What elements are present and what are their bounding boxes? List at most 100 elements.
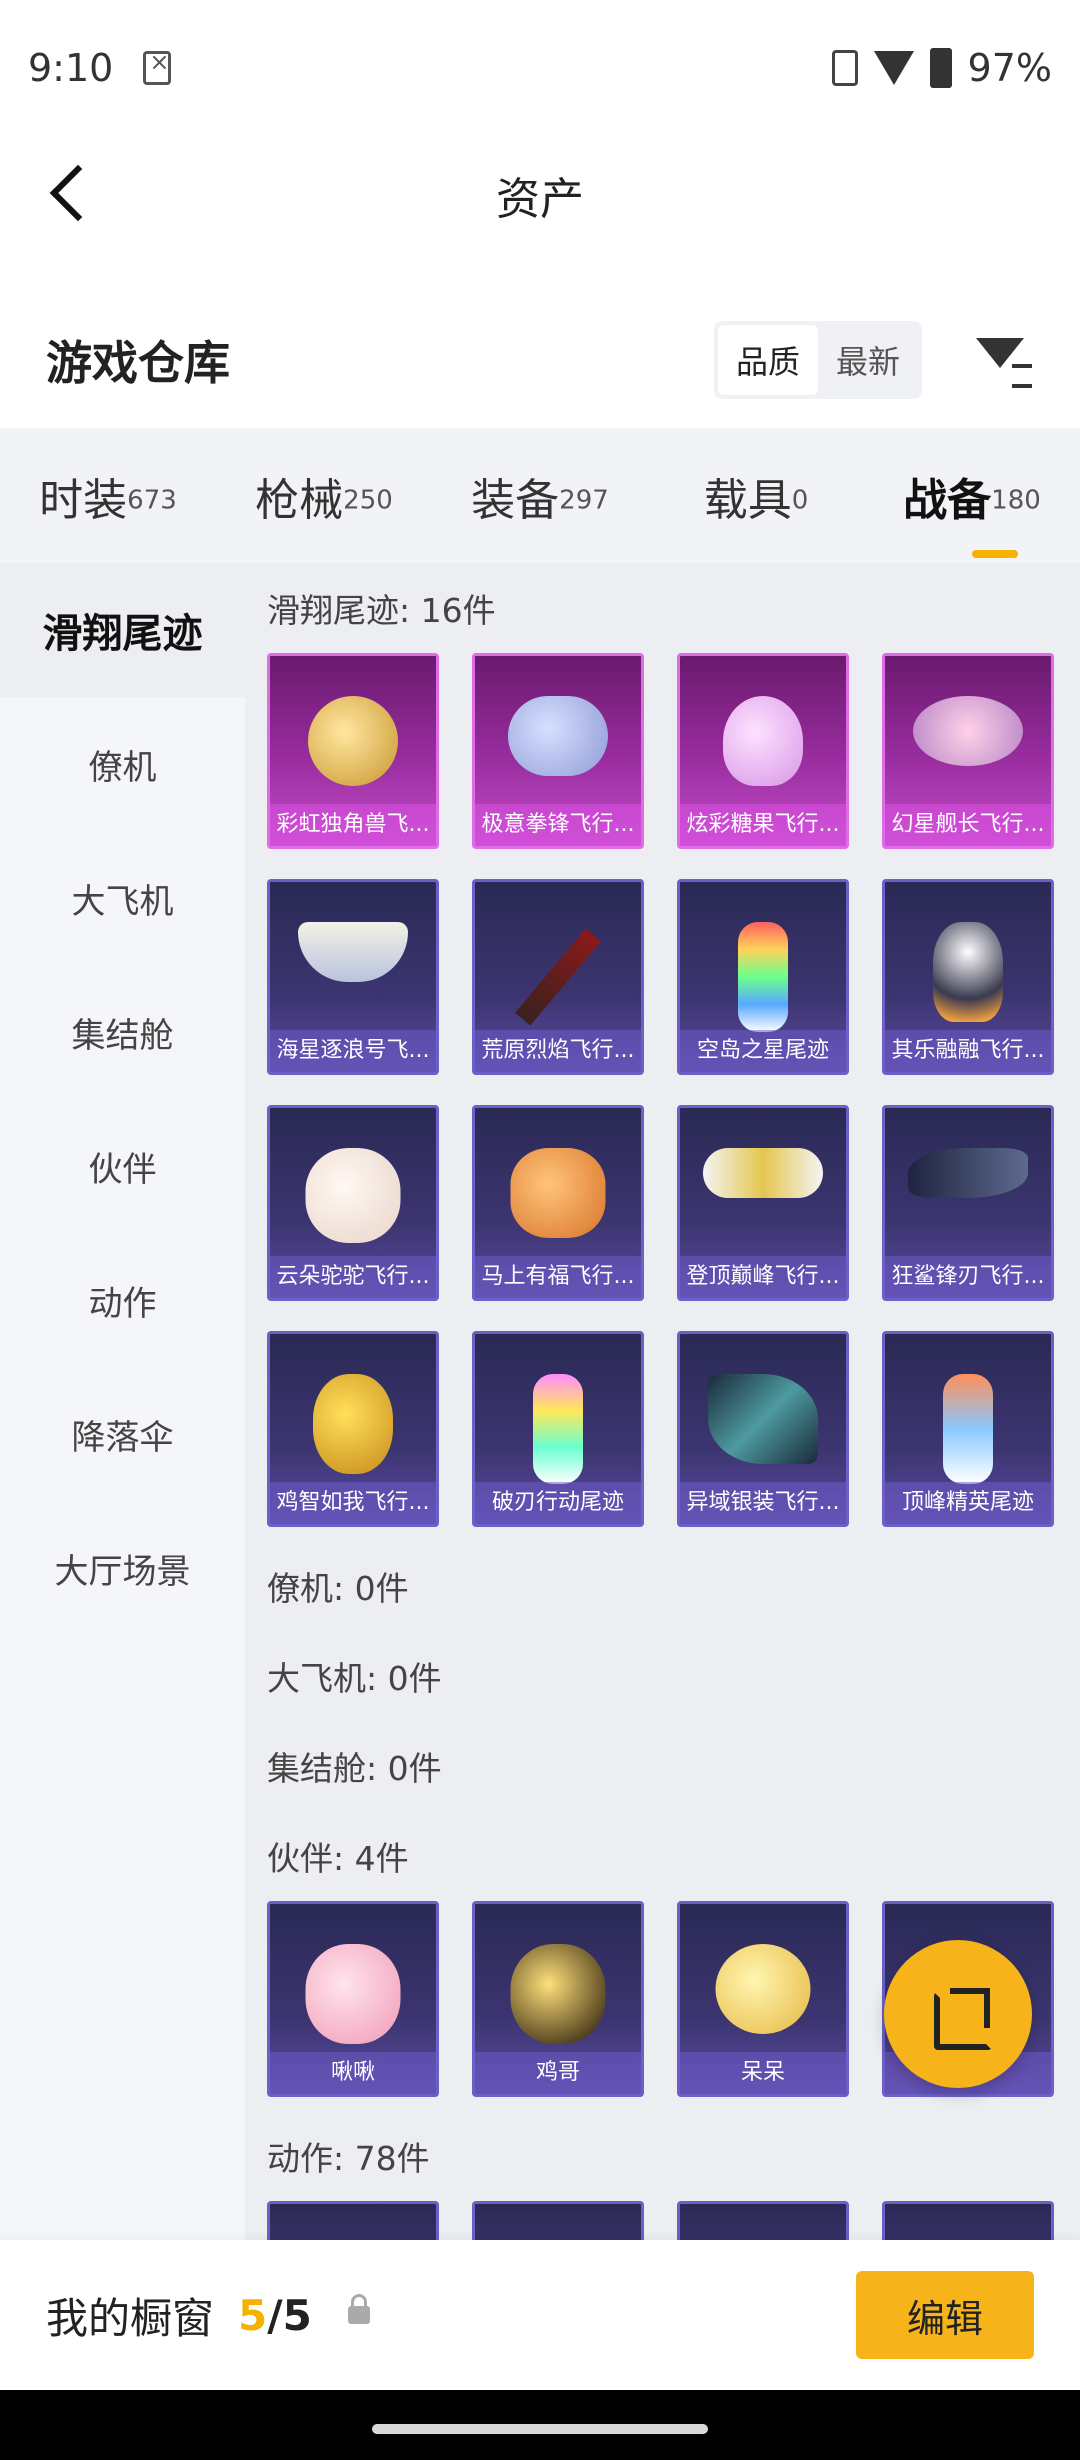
sidebar: 滑翔尾迹 僚机 大飞机 集结舱 伙伴 动作 降落伞 大厅场景	[0, 563, 245, 2240]
item-label: 顶峰精英尾迹	[885, 1482, 1051, 1524]
item-card[interactable]: 炫彩糖果飞行...	[677, 653, 849, 849]
item-card[interactable]	[472, 2201, 644, 2240]
item-image	[715, 1944, 811, 2034]
tab-combat-gear[interactable]: 战备180	[864, 464, 1080, 558]
tab-vehicles[interactable]: 载具0	[648, 464, 864, 528]
item-image	[723, 696, 803, 786]
item-card[interactable]	[267, 2201, 439, 2240]
item-card[interactable]	[677, 2201, 849, 2240]
item-image	[708, 1374, 818, 1464]
item-card[interactable]: 空岛之星尾迹	[677, 879, 849, 1075]
sidebar-item-glide-trail[interactable]: 滑翔尾迹	[0, 563, 245, 697]
warehouse-header: 游戏仓库 品质 最新	[0, 300, 1080, 420]
item-image	[510, 1148, 606, 1238]
item-label: 彩虹独角兽飞...	[270, 804, 436, 846]
item-card[interactable]: 幻星舰长飞行...	[882, 653, 1054, 849]
item-label: 荒原烈焰飞行...	[475, 1030, 641, 1072]
item-card[interactable]: 马上有福飞行...	[472, 1105, 644, 1301]
showcase-bar: 我的橱窗 5/5 编辑	[0, 2240, 1080, 2390]
system-nav-bar	[0, 2390, 1080, 2460]
sort-newest-button[interactable]: 最新	[818, 325, 918, 395]
section-title-capsule: 集结舱: 0件	[267, 1749, 442, 1788]
tab-fashion[interactable]: 时装673	[0, 464, 216, 528]
item-label: 其乐融融飞行...	[885, 1030, 1051, 1072]
item-image	[933, 922, 1003, 1022]
action-grid	[267, 2201, 1080, 2240]
item-label: 鸡哥	[475, 2052, 641, 2094]
item-image	[514, 928, 602, 1026]
tab-label: 枪械	[255, 474, 344, 526]
lock-icon	[347, 2294, 370, 2324]
tab-label: 载具	[703, 474, 792, 526]
sidebar-item-partner[interactable]: 伙伴	[0, 1099, 245, 1233]
item-label: 云朵驼驼飞行...	[270, 1256, 436, 1298]
showcase-current: 5	[238, 2290, 268, 2340]
item-image	[703, 1148, 823, 1198]
glide-grid: 彩虹独角兽飞... 极意拳锋飞行... 炫彩糖果飞行... 幻星舰长飞行... …	[267, 653, 1080, 1527]
home-gesture-handle[interactable]	[372, 2424, 708, 2434]
sim-icon	[143, 48, 172, 85]
item-card[interactable]: 啾啾	[267, 1901, 439, 2097]
item-card[interactable]: 登顶巅峰飞行...	[677, 1105, 849, 1301]
item-label: 空岛之星尾迹	[680, 1030, 846, 1072]
item-label: 马上有福飞行...	[475, 1256, 641, 1298]
item-image	[305, 1944, 401, 2044]
sidebar-item-plane[interactable]: 大飞机	[0, 831, 245, 965]
item-image	[510, 1944, 606, 2044]
tab-label: 时装	[39, 474, 128, 526]
item-image	[298, 922, 408, 982]
tab-label: 战备	[903, 474, 992, 526]
item-card[interactable]: 异域银装飞行...	[677, 1331, 849, 1527]
sidebar-item-capsule[interactable]: 集结舱	[0, 965, 245, 1099]
tab-guns[interactable]: 枪械250	[216, 464, 432, 528]
item-image	[913, 696, 1023, 766]
item-image	[508, 696, 608, 776]
item-card[interactable]: 鸡智如我飞行...	[267, 1331, 439, 1527]
section-title-action: 动作: 78件	[267, 2139, 430, 2178]
item-image	[908, 1148, 1028, 1198]
item-label: 极意拳锋飞行...	[475, 804, 641, 846]
sidebar-item-action[interactable]: 动作	[0, 1233, 245, 1367]
tab-count: 250	[343, 485, 393, 516]
item-card[interactable]: 呆呆	[677, 1901, 849, 2097]
tab-label: 装备	[471, 474, 560, 526]
sidebar-item-parachute[interactable]: 降落伞	[0, 1367, 245, 1501]
share-icon[interactable]	[884, 1940, 1032, 2088]
app-header: 资产	[0, 135, 1080, 255]
sort-quality-button[interactable]: 品质	[717, 325, 818, 395]
item-label: 啾啾	[270, 2052, 436, 2094]
signal-icon	[873, 50, 914, 85]
item-card[interactable]: 顶峰精英尾迹	[882, 1331, 1054, 1527]
battery-percent: 97%	[967, 45, 1052, 90]
battery-icon	[929, 47, 952, 88]
category-tabs: 时装673 枪械250 装备297 载具0 战备180	[0, 428, 1080, 563]
sidebar-item-lobby-scene[interactable]: 大厅场景	[0, 1501, 245, 1635]
item-card[interactable]: 其乐融融飞行...	[882, 879, 1054, 1075]
item-card[interactable]: 海星逐浪号飞...	[267, 879, 439, 1075]
item-card[interactable]	[882, 2201, 1054, 2240]
item-card[interactable]: 狂鲨锋刃飞行...	[882, 1105, 1054, 1301]
item-label: 炫彩糖果飞行...	[680, 804, 846, 846]
filter-icon[interactable]	[974, 330, 1034, 390]
item-label: 呆呆	[680, 2052, 846, 2094]
edit-button[interactable]: 编辑	[856, 2271, 1034, 2359]
sort-toggle: 品质 最新	[713, 321, 922, 399]
item-card[interactable]: 云朵驼驼飞行...	[267, 1105, 439, 1301]
item-card[interactable]: 彩虹独角兽飞...	[267, 653, 439, 849]
item-card[interactable]: 破刃行动尾迹	[472, 1331, 644, 1527]
item-image	[305, 1148, 401, 1243]
item-card[interactable]: 极意拳锋飞行...	[472, 653, 644, 849]
showcase-label: 我的橱窗	[46, 2293, 215, 2343]
tab-equipment[interactable]: 装备297	[432, 464, 648, 528]
section-title-glide: 滑翔尾迹: 16件	[267, 591, 496, 630]
item-card[interactable]: 荒原烈焰飞行...	[472, 879, 644, 1075]
warehouse-title: 游戏仓库	[46, 336, 230, 390]
back-icon[interactable]	[40, 165, 100, 225]
item-label: 狂鲨锋刃飞行...	[885, 1256, 1051, 1298]
sidebar-item-wingman[interactable]: 僚机	[0, 697, 245, 831]
item-image	[738, 922, 788, 1032]
tab-count: 297	[559, 485, 609, 516]
item-image	[313, 1374, 393, 1474]
item-card[interactable]: 鸡哥	[472, 1901, 644, 2097]
page-title: 资产	[496, 174, 584, 225]
